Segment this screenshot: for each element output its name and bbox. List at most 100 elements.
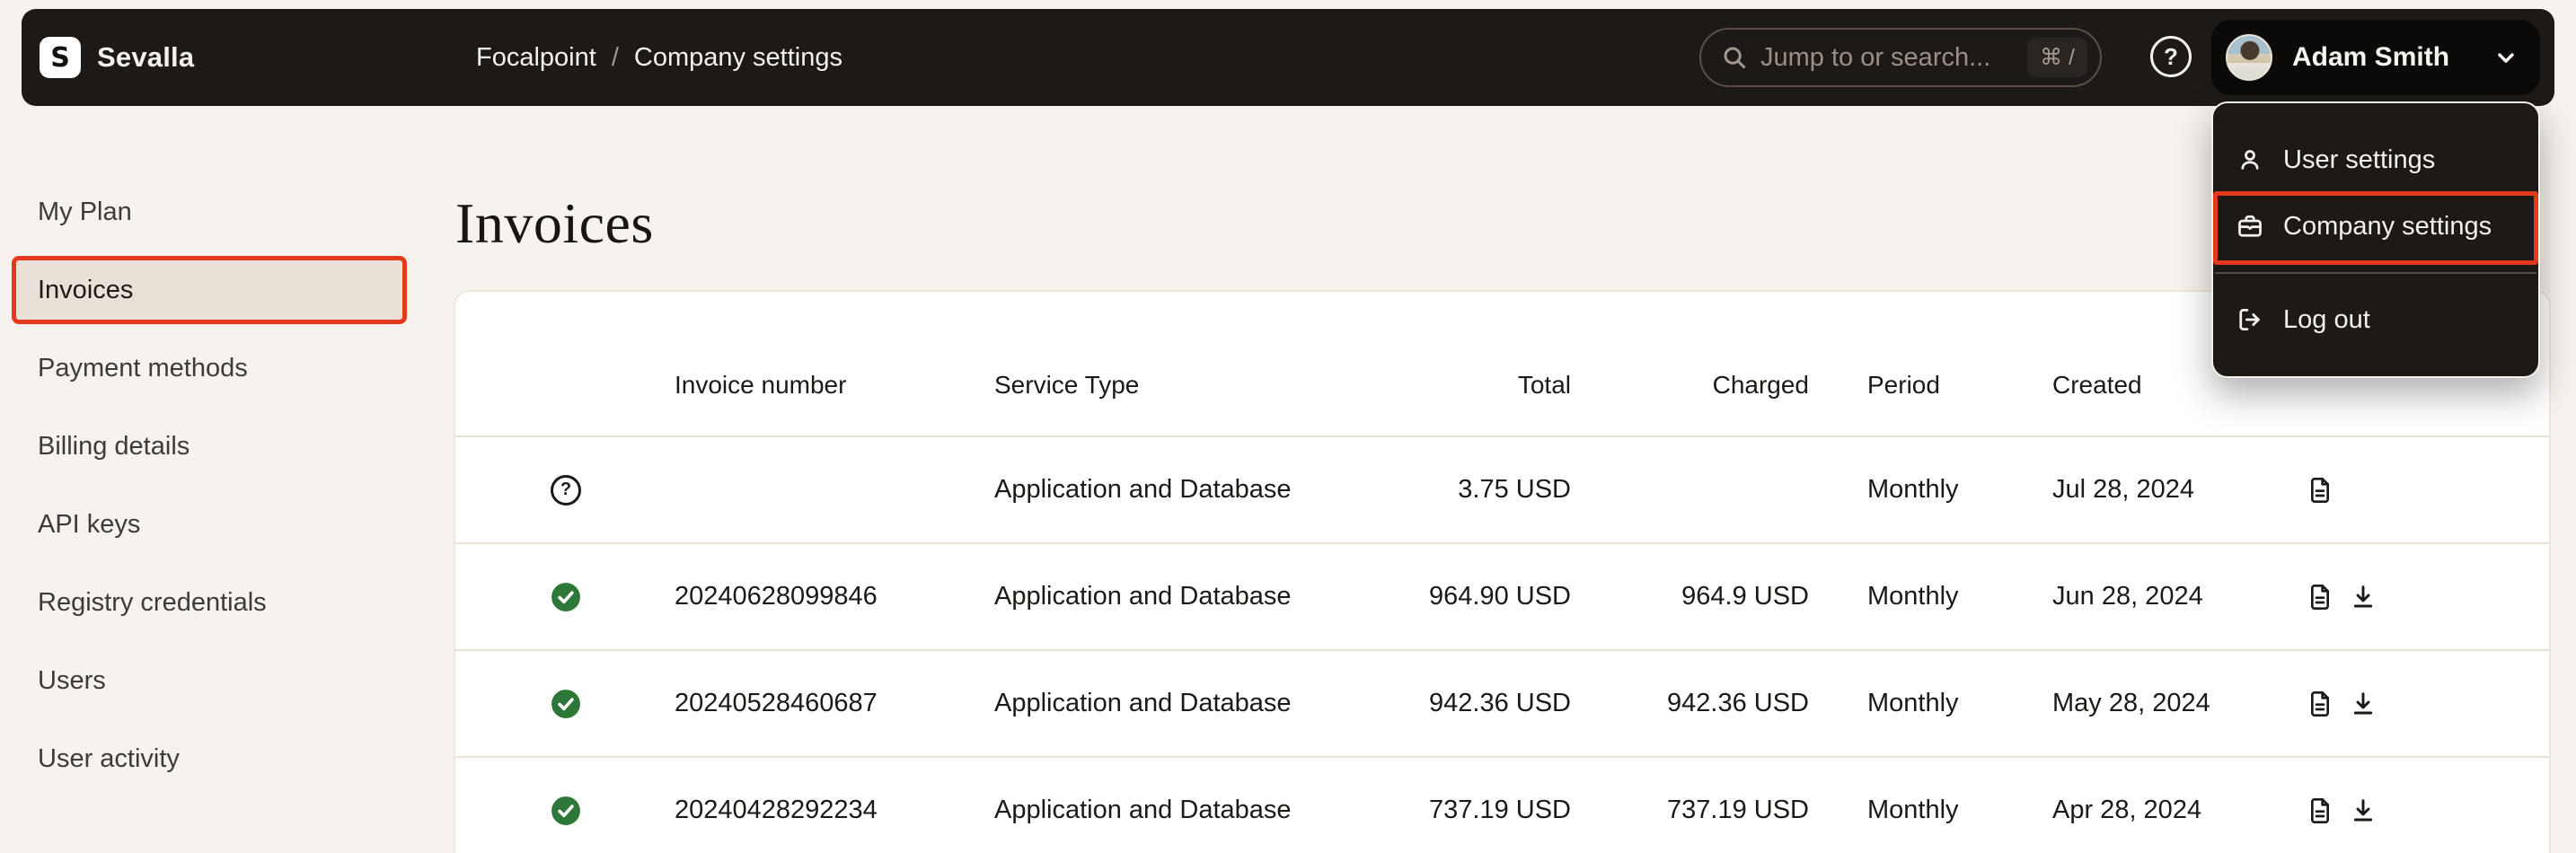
column-header-charged: Charged [1571, 371, 1809, 435]
total-cell: 3.75 USD [1407, 475, 1571, 505]
total-cell: 964.90 USD [1407, 582, 1571, 611]
download-icon [2349, 583, 2378, 611]
document-icon [2306, 796, 2334, 825]
column-header-created: Created [2052, 371, 2306, 435]
search-icon [1721, 44, 1748, 71]
sidebar-item-payment-methods[interactable]: Payment methods [12, 334, 407, 402]
settings-sidebar: My Plan Invoices Payment methods Billing… [12, 178, 407, 803]
search-input[interactable] [1760, 43, 2027, 73]
created-cell: Apr 28, 2024 [2052, 796, 2306, 825]
charged-cell: 942.36 USD [1571, 689, 1809, 718]
period-cell: Monthly [1809, 582, 2052, 611]
sidebar-item-user-activity[interactable]: User activity [12, 725, 407, 793]
pending-status-icon[interactable]: ? [551, 475, 581, 506]
table-row: ? Application and Database 3.75 USD Mont… [455, 435, 2549, 542]
download-invoice-button[interactable] [2349, 583, 2378, 611]
column-header-period: Period [1809, 371, 2052, 435]
sevalla-logo-icon: S [40, 37, 81, 78]
created-cell: May 28, 2024 [2052, 689, 2306, 718]
view-invoice-button[interactable] [2306, 796, 2334, 825]
download-icon [2349, 690, 2378, 718]
global-search[interactable]: ⌘ / [1699, 28, 2102, 87]
menu-item-label: Log out [2283, 305, 2370, 335]
table-row: 20240628099846 Application and Database … [455, 542, 2549, 649]
service-type-cell: Application and Database [994, 475, 1407, 505]
breadcrumb-separator: / [612, 43, 619, 73]
download-icon [2349, 796, 2378, 825]
service-type-cell: Application and Database [994, 689, 1407, 718]
menu-item-log-out[interactable]: Log out [2213, 286, 2538, 353]
sidebar-item-my-plan[interactable]: My Plan [12, 178, 407, 246]
service-type-cell: Application and Database [994, 796, 1407, 825]
sidebar-item-users[interactable]: Users [12, 646, 407, 715]
download-invoice-button[interactable] [2349, 690, 2378, 718]
help-button[interactable]: ? [2150, 36, 2192, 77]
view-invoice-button[interactable] [2306, 690, 2334, 718]
column-header-invoice-number: Invoice number [675, 371, 994, 435]
sidebar-item-registry-credentials[interactable]: Registry credentials [12, 568, 407, 637]
sidebar-item-billing-details[interactable]: Billing details [12, 412, 407, 480]
paid-status-icon [551, 582, 581, 612]
document-icon [2306, 583, 2334, 611]
period-cell: Monthly [1809, 796, 2052, 825]
invoice-number-cell: 20240528460687 [675, 689, 994, 718]
logo-letter: S [50, 42, 70, 74]
view-invoice-button[interactable] [2306, 583, 2334, 611]
question-mark-icon: ? [2164, 43, 2178, 71]
sidebar-item-label: Billing details [38, 432, 190, 462]
charged-cell: 964.9 USD [1571, 582, 1809, 611]
period-cell: Monthly [1809, 475, 2052, 505]
table-row: 20240528460687 Application and Database … [455, 649, 2549, 756]
column-header-total: Total [1407, 371, 1571, 435]
avatar [2226, 34, 2272, 81]
brand-name: Sevalla [97, 41, 194, 74]
created-cell: Jul 28, 2024 [2052, 475, 2306, 505]
sidebar-item-api-keys[interactable]: API keys [12, 490, 407, 558]
paid-status-icon [551, 796, 581, 826]
view-invoice-button[interactable] [2306, 476, 2334, 505]
document-icon [2306, 476, 2334, 505]
page-title: Invoices [455, 190, 654, 257]
total-cell: 737.19 USD [1407, 796, 1571, 825]
actions-column-header [2306, 400, 2549, 435]
sidebar-item-label: API keys [38, 510, 140, 540]
sidebar-item-label: User activity [38, 744, 180, 774]
table-row: 20240428292234 Application and Database … [455, 756, 2549, 853]
sidebar-item-invoices[interactable]: Invoices [12, 256, 407, 324]
sidebar-item-label: Payment methods [38, 354, 248, 383]
breadcrumb: Focalpoint / Company settings [476, 9, 842, 106]
user-icon [2236, 146, 2263, 173]
topbar: S Sevalla Focalpoint / Company settings … [22, 9, 2554, 106]
breadcrumb-page[interactable]: Company settings [634, 43, 842, 73]
invoice-number-cell: 20240428292234 [675, 796, 994, 825]
briefcase-icon [2236, 213, 2263, 240]
total-cell: 942.36 USD [1407, 689, 1571, 718]
paid-status-icon [551, 689, 581, 719]
page: { "topbar": { "brand": "Sevalla", "logo_… [0, 0, 2576, 853]
search-shortcut-badge: ⌘ / [2027, 38, 2087, 77]
sidebar-item-label: Invoices [38, 276, 133, 305]
menu-item-company-settings[interactable]: Company settings [2213, 193, 2538, 259]
period-cell: Monthly [1809, 689, 2052, 718]
user-dropdown-menu: User settings Company settings Log out [2211, 101, 2540, 378]
service-type-cell: Application and Database [994, 582, 1407, 611]
menu-divider [2215, 272, 2536, 274]
logout-icon [2236, 306, 2263, 333]
logo-link[interactable]: S Sevalla [40, 37, 194, 78]
breadcrumb-project[interactable]: Focalpoint [476, 43, 596, 73]
status-column-header [455, 400, 675, 435]
invoice-number-cell: 20240628099846 [675, 582, 994, 611]
menu-item-user-settings[interactable]: User settings [2213, 127, 2538, 193]
download-invoice-button[interactable] [2349, 796, 2378, 825]
sidebar-item-label: Registry credentials [38, 588, 267, 618]
column-header-service-type: Service Type [994, 371, 1407, 435]
chevron-down-icon [2493, 45, 2519, 70]
menu-item-label: Company settings [2283, 212, 2492, 242]
created-cell: Jun 28, 2024 [2052, 582, 2306, 611]
menu-item-label: User settings [2283, 145, 2435, 175]
charged-cell: 737.19 USD [1571, 796, 1809, 825]
user-menu-button[interactable]: Adam Smith [2211, 20, 2540, 95]
document-icon [2306, 690, 2334, 718]
sidebar-item-label: My Plan [38, 198, 132, 227]
sidebar-item-label: Users [38, 666, 106, 696]
